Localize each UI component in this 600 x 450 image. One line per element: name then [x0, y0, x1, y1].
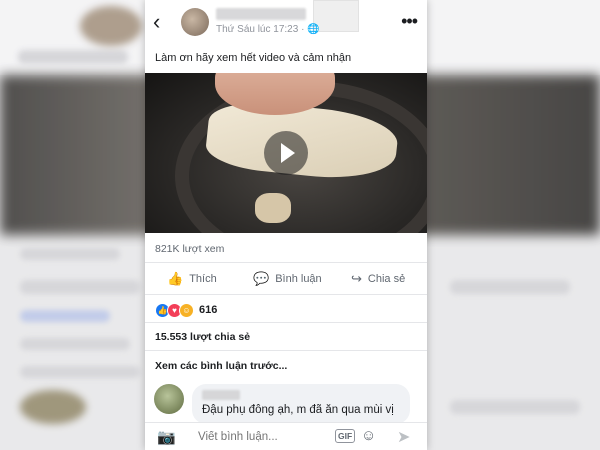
post-caption: Làm ơn hãy xem hết video và cảm nhận: [155, 52, 352, 64]
share-label: Chia sẻ: [367, 273, 406, 285]
comment-bubble[interactable]: Đậu phụ đông ạh, m đã ăn qua mùi vị: [192, 384, 410, 424]
comment-icon: 💬: [253, 271, 270, 286]
video-player[interactable]: [145, 73, 427, 233]
divider: [145, 294, 427, 295]
view-previous-comments-link[interactable]: Xem các bình luận trước...: [155, 360, 287, 372]
divider: [145, 322, 427, 323]
post-timestamp-text: Thứ Sáu lúc 17:23 ·: [216, 24, 305, 35]
comment-label: Bình luận: [275, 273, 322, 285]
divider: [145, 350, 427, 351]
globe-icon: 🌐: [307, 24, 320, 35]
share-icon: ↪: [351, 271, 362, 286]
comment-text: Đậu phụ đông ạh, m đã ăn qua mùi vị: [202, 404, 394, 416]
share-count[interactable]: 15.553 lượt chia sẻ: [155, 331, 250, 343]
gif-button[interactable]: GIF: [335, 429, 356, 443]
author-name-redacted[interactable]: [216, 8, 306, 20]
view-count: 821K lượt xem: [155, 243, 225, 255]
share-button[interactable]: ↪ Chia sẻ: [351, 266, 405, 292]
back-arrow-icon[interactable]: ‹: [153, 9, 160, 35]
more-options-icon[interactable]: •••: [401, 12, 418, 30]
post-timestamp: Thứ Sáu lúc 17:23 · 🌐: [216, 24, 320, 35]
send-icon[interactable]: ➤: [397, 427, 410, 447]
video-frame-crumb: [255, 193, 291, 223]
divider: [145, 262, 427, 263]
comment-composer: 📷 GIF ☺ ➤: [145, 422, 427, 450]
play-button-icon[interactable]: [264, 131, 308, 175]
comment-button[interactable]: 💬 Bình luận: [253, 266, 322, 292]
emoji-icon[interactable]: ☺: [361, 427, 376, 444]
like-button[interactable]: 👍 Thích: [167, 266, 217, 292]
commenter-avatar[interactable]: [154, 384, 184, 414]
thumbs-up-icon: 👍: [167, 271, 184, 286]
action-bar: 👍 Thích 💬 Bình luận ↪ Chia sẻ: [145, 266, 427, 292]
like-label: Thích: [189, 273, 217, 285]
post-view: ‹ Thứ Sáu lúc 17:23 · 🌐 ••• Làm ơn hãy x…: [145, 0, 427, 450]
haha-reaction-icon: ☺: [179, 302, 194, 318]
post-header: ‹ Thứ Sáu lúc 17:23 · 🌐 •••: [145, 0, 427, 46]
camera-icon[interactable]: 📷: [157, 428, 176, 446]
commenter-name-redacted[interactable]: [202, 390, 240, 400]
author-avatar[interactable]: [181, 8, 209, 36]
reaction-count: 616: [199, 304, 218, 316]
reaction-summary[interactable]: 👍 ♥ ☺ 616: [155, 302, 217, 318]
